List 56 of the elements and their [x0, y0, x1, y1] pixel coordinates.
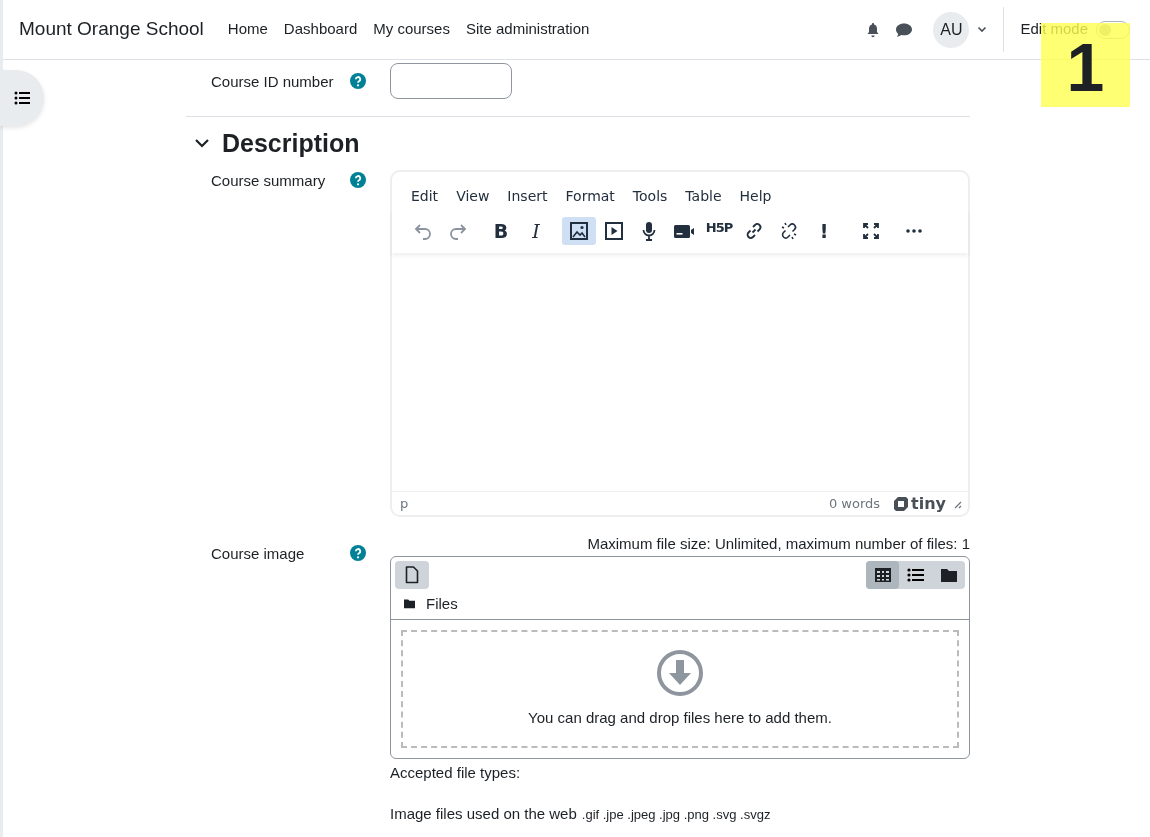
- broken-link-icon: [779, 221, 799, 241]
- help-icon[interactable]: [350, 545, 366, 561]
- folder-icon: [403, 598, 416, 610]
- bold-button[interactable]: B: [484, 217, 518, 245]
- drop-instructions: You can drag and drop files here to add them.: [528, 707, 832, 728]
- list-icon: [906, 566, 925, 583]
- editor-menu-item[interactable]: Edit: [402, 184, 448, 209]
- tiny-brand: tiny: [911, 494, 946, 513]
- field-label: Course ID number: [211, 72, 335, 92]
- section-heading: Description: [222, 128, 360, 158]
- element-path[interactable]: p: [400, 493, 409, 514]
- file-extensions: .gif .jpe .jpeg .jpg .png .svg .svgz: [581, 806, 771, 822]
- editor-menu-item[interactable]: Insert: [498, 184, 557, 209]
- file-type-name: Image files used on the web: [390, 804, 577, 822]
- grid-view-button[interactable]: [866, 560, 899, 589]
- fullscreen-icon: [861, 221, 881, 241]
- image-button[interactable]: [562, 217, 596, 245]
- exclaim-button[interactable]: !: [807, 217, 841, 245]
- image-icon: [569, 221, 589, 241]
- word-count: 0 words: [828, 494, 881, 513]
- editor-menu-item[interactable]: View: [447, 184, 499, 209]
- drop-zone[interactable]: You can drag and drop files here to add them.: [401, 630, 959, 748]
- add-file-button[interactable]: [395, 560, 429, 589]
- site-name[interactable]: Mount Orange School: [19, 15, 204, 44]
- editor-menu-item[interactable]: Format: [556, 184, 624, 209]
- undo-icon: [413, 221, 433, 241]
- play-icon: [604, 221, 624, 241]
- folder-icon: [939, 566, 958, 583]
- list-icon: [14, 91, 30, 105]
- link-icon: [744, 221, 764, 241]
- help-icon[interactable]: [350, 73, 366, 89]
- grid-icon: [873, 566, 892, 583]
- file-limits-text: Maximum file size: Unlimited, maximum number of files: 1: [586, 536, 970, 553]
- h5p-button[interactable]: H5P: [702, 217, 736, 245]
- editor-menu-item[interactable]: Help: [730, 184, 781, 209]
- chat-bubble-icon[interactable]: [895, 21, 914, 38]
- nav-link[interactable]: Home: [227, 18, 268, 41]
- editor-menu-item[interactable]: Table: [676, 184, 731, 209]
- nav-link[interactable]: Dashboard: [283, 18, 358, 41]
- user-avatar[interactable]: AU: [933, 11, 970, 48]
- field-label: Course summary: [211, 171, 327, 191]
- text-input[interactable]: [390, 63, 512, 99]
- course-index-toggle[interactable]: [0, 70, 44, 126]
- accepted-types-label: Accepted file types:: [390, 763, 522, 783]
- redo-icon: [448, 221, 468, 241]
- editor-menu-item[interactable]: Tools: [623, 184, 677, 209]
- file-icon: [405, 565, 419, 584]
- nav-link[interactable]: Site administration: [465, 18, 590, 41]
- caret-down-icon[interactable]: [977, 26, 988, 33]
- folder-link[interactable]: Files: [426, 592, 458, 615]
- tiny-logo-icon: [894, 496, 909, 511]
- italic-button[interactable]: I: [519, 217, 553, 245]
- help-icon[interactable]: [350, 172, 366, 188]
- field-label: Course image: [211, 544, 306, 564]
- nav-link[interactable]: My courses: [373, 18, 450, 41]
- more-icon: [906, 229, 922, 233]
